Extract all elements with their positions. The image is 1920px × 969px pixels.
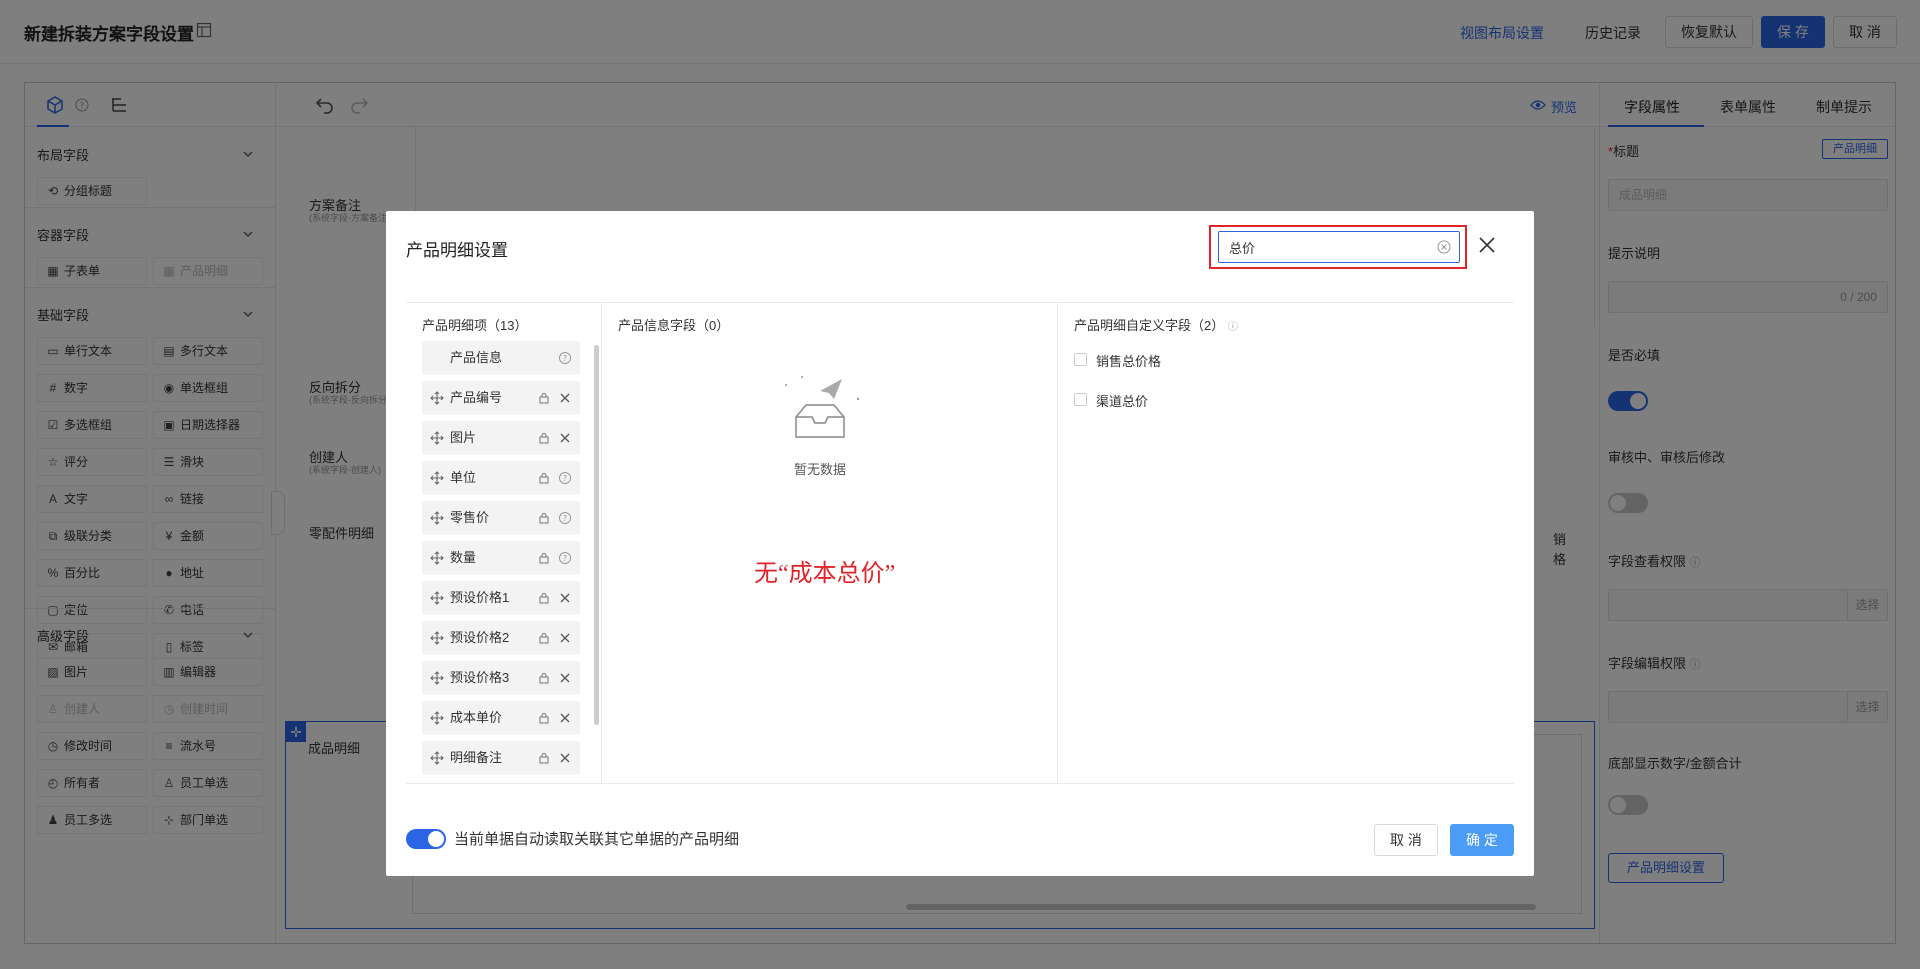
detail-item-label: 图片 (450, 430, 477, 445)
close-icon[interactable] (558, 671, 572, 685)
drag-move-icon[interactable] (430, 591, 444, 605)
product-detail-settings-dialog: 产品明细设置 产品明细项（13） 产品信息?产品编号图片单位?零售价?数量?预设… (386, 211, 1534, 876)
lock-icon[interactable] (538, 632, 550, 644)
detail-item[interactable]: 明细备注 (422, 741, 580, 775)
drag-move-icon[interactable] (430, 711, 444, 725)
lock-icon[interactable] (538, 752, 550, 764)
dialog-cancel-button[interactable]: 取 消 (1374, 824, 1438, 856)
close-icon[interactable] (558, 591, 572, 605)
annotation-text: 无“成本总价” (754, 561, 896, 587)
detail-item-label: 明细备注 (450, 750, 503, 765)
lock-icon[interactable] (538, 592, 550, 604)
checkbox[interactable] (1074, 353, 1087, 366)
detail-item[interactable]: 预设价格2 (422, 621, 580, 655)
detail-item-label: 零售价 (450, 510, 490, 525)
drag-move-icon[interactable] (430, 671, 444, 685)
custom-fields-column: 产品明细自定义字段（2） ⓘ 销售总价格渠道总价 (1058, 303, 1514, 783)
svg-text:?: ? (563, 474, 567, 483)
lock-icon[interactable] (538, 552, 550, 564)
detail-item-label: 单位 (450, 470, 477, 485)
dialog-title: 产品明细设置 (406, 241, 508, 260)
close-icon[interactable] (1478, 236, 1496, 254)
help-icon: ? (559, 352, 571, 364)
detail-items-heading: 产品明细项（13） (422, 318, 528, 333)
drag-move-icon[interactable] (430, 431, 444, 445)
custom-field-option[interactable]: 渠道总价 (1074, 391, 1148, 410)
close-icon[interactable] (558, 391, 572, 405)
clear-icon[interactable] (1437, 240, 1451, 254)
custom-field-label: 销售总价格 (1096, 354, 1162, 369)
drag-move-icon[interactable] (430, 391, 444, 405)
lock-icon[interactable] (538, 512, 550, 524)
detail-item[interactable]: 单位? (422, 461, 580, 495)
help-icon: ? (559, 552, 571, 564)
lock-icon[interactable] (538, 472, 550, 484)
detail-item[interactable]: 产品信息? (422, 341, 580, 375)
close-icon[interactable] (558, 431, 572, 445)
detail-item-label: 产品编号 (450, 390, 503, 405)
detail-item-label: 预设价格3 (450, 670, 510, 685)
custom-fields-heading: 产品明细自定义字段（2） ⓘ (1074, 318, 1238, 333)
detail-item-label: 预设价格2 (450, 630, 510, 645)
svg-text:?: ? (563, 554, 567, 563)
lock-icon[interactable] (538, 712, 550, 724)
product-info-heading: 产品信息字段（0） (618, 318, 730, 333)
detail-item[interactable]: 零售价? (422, 501, 580, 535)
dialog-confirm-button[interactable]: 确 定 (1450, 824, 1514, 856)
drag-move-icon[interactable] (430, 511, 444, 525)
product-info-column: 产品信息字段（0） 暂无数据 无“成本总价” (602, 303, 1058, 783)
custom-field-option[interactable]: 销售总价格 (1074, 351, 1161, 370)
close-icon[interactable] (558, 751, 572, 765)
empty-box-icon (785, 376, 860, 438)
empty-state-text: 暂无数据 (794, 462, 847, 477)
search-highlight-box (1209, 225, 1467, 269)
custom-field-label: 渠道总价 (1096, 394, 1149, 409)
svg-text:?: ? (563, 514, 567, 523)
drag-move-icon[interactable] (430, 471, 444, 485)
vertical-scrollbar[interactable] (594, 345, 599, 725)
help-icon: ? (559, 472, 571, 484)
detail-item[interactable]: 成本单价 (422, 701, 580, 735)
drag-move-icon[interactable] (430, 551, 444, 565)
detail-item[interactable]: 图片 (422, 421, 580, 455)
lock-icon[interactable] (538, 392, 550, 404)
svg-text:?: ? (563, 354, 567, 363)
detail-item[interactable]: 数量? (422, 541, 580, 575)
lock-icon[interactable] (538, 672, 550, 684)
dialog-body: 产品明细项（13） 产品信息? 产品编号 图片 单位? 零售价? 数量? 预设价格1 预设价格… (406, 302, 1514, 784)
close-icon[interactable] (558, 631, 572, 645)
detail-item[interactable]: 产品编号 (422, 381, 580, 415)
auto-read-label: 当前单据自动读取关联其它单据的产品明细 (454, 831, 740, 848)
drag-move-icon[interactable] (430, 751, 444, 765)
detail-item-label: 数量 (450, 550, 477, 565)
detail-item-label: 预设价格1 (450, 590, 510, 605)
checkbox[interactable] (1074, 393, 1087, 406)
detail-item[interactable]: 预设价格3 (422, 661, 580, 695)
help-icon: ? (559, 512, 571, 524)
field-search-input[interactable] (1219, 232, 1431, 262)
detail-item-label: 成本单价 (450, 710, 503, 725)
close-icon[interactable] (558, 711, 572, 725)
detail-item-label: 产品信息 (450, 350, 503, 365)
detail-items-column: 产品明细项（13） 产品信息? 产品编号 图片 单位? 零售价? 数量? 预设价格1 预设价格… (406, 303, 602, 783)
detail-item[interactable]: 预设价格1 (422, 581, 580, 615)
drag-move-icon[interactable] (430, 631, 444, 645)
auto-read-toggle[interactable] (406, 829, 446, 849)
search-box (1218, 231, 1460, 263)
lock-icon[interactable] (538, 432, 550, 444)
